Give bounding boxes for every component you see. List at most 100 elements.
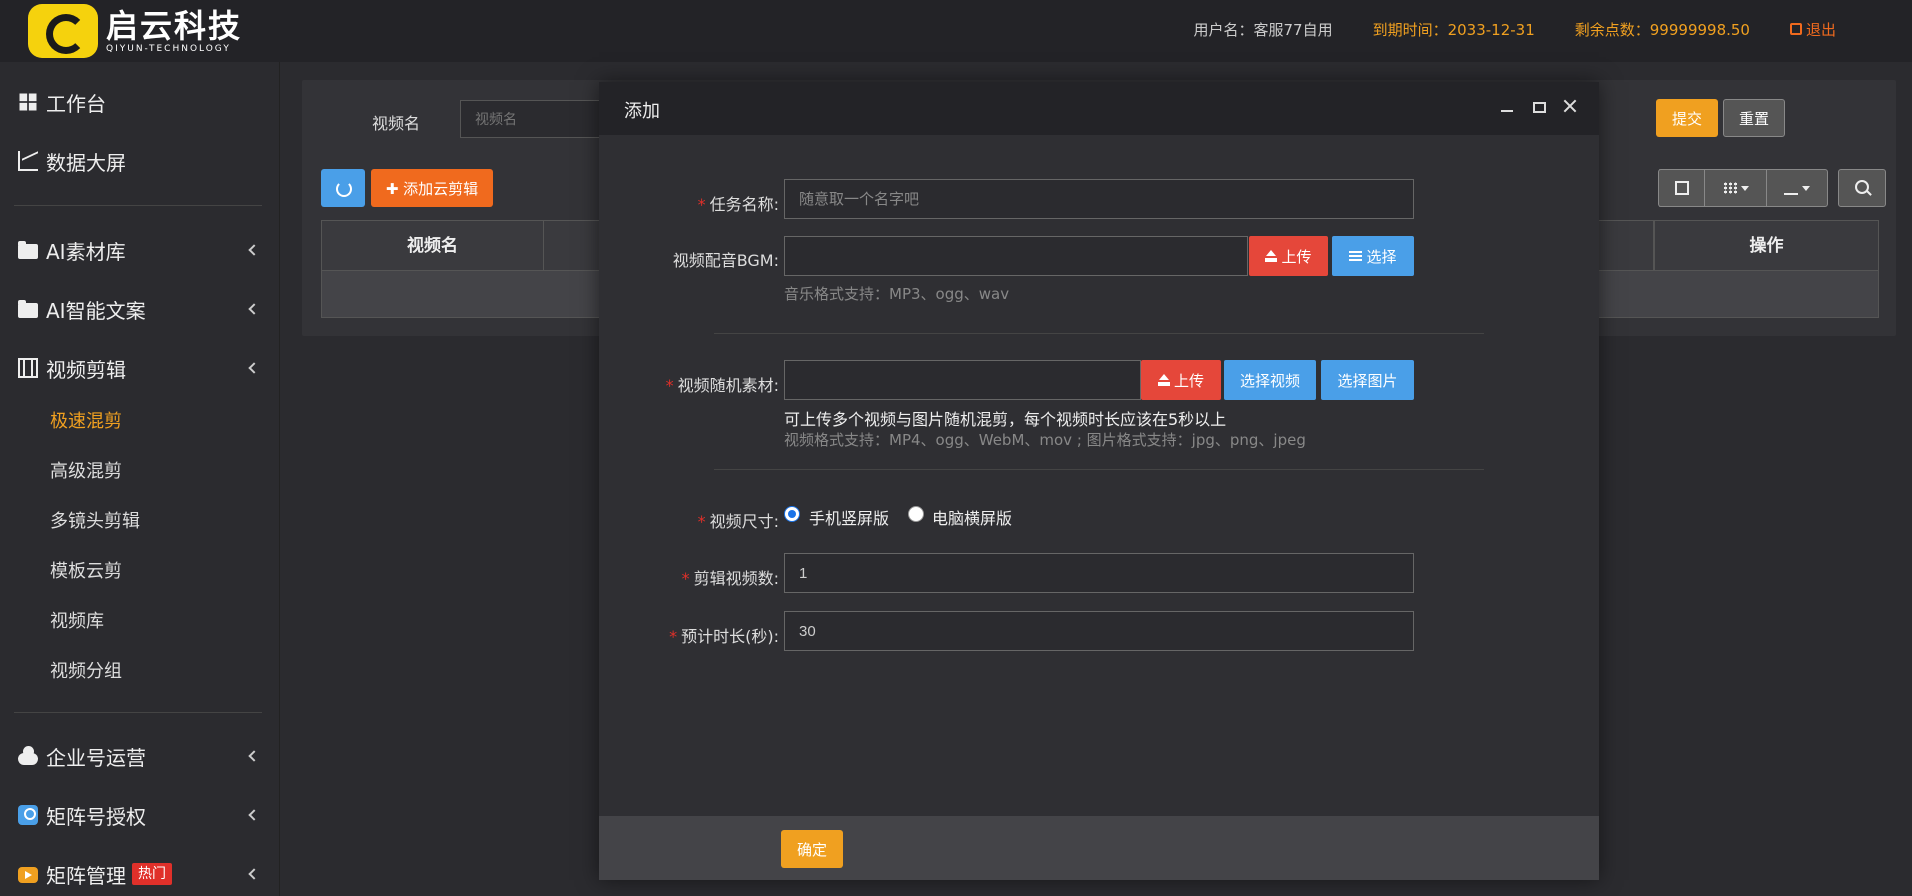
table-icon bbox=[1674, 181, 1689, 195]
export-button[interactable] bbox=[1767, 170, 1827, 206]
radio-portrait[interactable] bbox=[784, 506, 800, 522]
required-mark: * bbox=[669, 627, 678, 646]
reset-button[interactable]: 重置 bbox=[1723, 99, 1785, 137]
user-info-bar: 用户名：客服77自用 到期时间：2033-12-31 剩余点数：99999998… bbox=[1193, 0, 1912, 58]
upload-label: 上传 bbox=[1173, 371, 1204, 390]
video-count-input[interactable] bbox=[784, 553, 1414, 593]
sidebar-item-label: 数据大屏 bbox=[46, 150, 126, 175]
user-icon bbox=[18, 805, 38, 825]
modal-footer: 确定 bbox=[599, 816, 1599, 880]
column-header-video-name[interactable]: 视频名 bbox=[322, 221, 544, 271]
select-image-button[interactable]: 选择图片 bbox=[1321, 360, 1414, 400]
logout-link[interactable]: 退出 bbox=[1789, 19, 1876, 40]
required-mark: * bbox=[697, 195, 706, 214]
material-help-strong: 可上传多个视频与图片随机混剪，每个视频时长应该在5秒以上 bbox=[784, 410, 1227, 429]
sidebar-item-ai-copywriting[interactable]: AI智能文案 bbox=[0, 287, 280, 331]
required-mark: * bbox=[681, 569, 690, 588]
logo-mark-icon bbox=[28, 4, 98, 58]
select-video-button[interactable]: 选择视频 bbox=[1224, 360, 1316, 400]
sidebar-item-enterprise-ops[interactable]: 企业号运营 bbox=[0, 734, 280, 778]
radio-portrait-label[interactable]: 手机竖屏版 bbox=[809, 505, 889, 529]
confirm-button[interactable]: 确定 bbox=[781, 830, 843, 868]
bgm-select-button[interactable]: 选择 bbox=[1332, 236, 1414, 276]
bgm-help-text: 音乐格式支持：MP3、ogg、wav bbox=[784, 285, 1010, 303]
material-upload-button[interactable]: 上传 bbox=[1141, 360, 1221, 400]
chevron-left-icon bbox=[248, 750, 260, 762]
task-name-input[interactable] bbox=[784, 179, 1414, 219]
sidebar-item-label: 企业号运营 bbox=[46, 745, 146, 770]
sidebar-item-label: 矩阵号授权 bbox=[46, 804, 146, 829]
toggle-view-button[interactable] bbox=[1659, 170, 1705, 206]
section-divider bbox=[714, 333, 1484, 334]
chevron-left-icon bbox=[248, 244, 260, 256]
sidebar-item-label: AI智能文案 bbox=[46, 298, 146, 323]
task-name-label: * 任务名称: bbox=[639, 191, 779, 215]
sidebar-item-label: AI素材库 bbox=[46, 239, 126, 264]
columns-button[interactable] bbox=[1705, 170, 1767, 206]
required-mark: * bbox=[697, 512, 706, 531]
sidebar-divider bbox=[14, 712, 262, 713]
logo-title: 启云科技 bbox=[106, 7, 243, 45]
radio-landscape-label[interactable]: 电脑横屏版 bbox=[932, 505, 1012, 529]
sidebar-item-matrix-manage[interactable]: 矩阵管理 热门 bbox=[0, 852, 280, 896]
close-icon[interactable] bbox=[1561, 97, 1579, 115]
maximize-icon[interactable] bbox=[1533, 102, 1546, 113]
task-name-label-text: 任务名称: bbox=[709, 195, 779, 214]
search-toggle-button[interactable] bbox=[1838, 169, 1886, 207]
chevron-left-icon bbox=[248, 809, 260, 821]
sidebar-subitem-video-groups[interactable]: 视频分组 bbox=[50, 657, 122, 687]
minimize-icon[interactable] bbox=[1501, 110, 1513, 112]
chevron-left-icon bbox=[248, 303, 260, 315]
sidebar-subitem-template-cloud[interactable]: 模板云剪 bbox=[50, 557, 122, 587]
count-label-text: 剪辑视频数: bbox=[693, 569, 779, 588]
duration-input[interactable] bbox=[784, 611, 1414, 651]
modal-header: 添加 bbox=[599, 82, 1599, 135]
sidebar-item-matrix-auth[interactable]: 矩阵号授权 bbox=[0, 793, 280, 837]
bgm-input[interactable] bbox=[784, 236, 1248, 276]
bgm-label: 视频配音BGM: bbox=[672, 251, 779, 270]
sidebar-item-label: 矩阵管理 bbox=[46, 863, 126, 888]
bgm-upload-button[interactable]: 上传 bbox=[1249, 236, 1328, 276]
list-icon bbox=[1349, 250, 1363, 262]
sidebar-item-label: 视频剪辑 bbox=[46, 357, 126, 382]
radio-landscape[interactable] bbox=[908, 506, 924, 522]
upload-icon bbox=[1265, 250, 1278, 262]
add-cloud-edit-button[interactable]: ✚ 添加云剪辑 bbox=[371, 169, 493, 207]
cloud-icon bbox=[18, 746, 38, 765]
sidebar-item-ai-materials[interactable]: AI素材库 bbox=[0, 228, 280, 272]
material-help-text: 视频格式支持：MP4、ogg、WebM、mov ; 图片格式支持：jpg、png… bbox=[784, 431, 1306, 449]
sidebar-item-video-editing[interactable]: 视频剪辑 bbox=[0, 346, 280, 390]
sidebar-item-workbench[interactable]: 工作台 bbox=[0, 80, 280, 124]
export-icon bbox=[1784, 181, 1798, 195]
section-divider bbox=[714, 469, 1484, 470]
sidebar: 工作台 数据大屏 AI素材库 AI智能文案 视频剪辑 极速混剪 高级混剪 多镜头… bbox=[0, 62, 280, 896]
table-toolbar bbox=[1658, 169, 1828, 207]
sidebar-item-data-screen[interactable]: 数据大屏 bbox=[0, 139, 280, 183]
film-icon bbox=[18, 358, 38, 378]
size-label-text: 视频尺寸: bbox=[709, 512, 779, 531]
sidebar-subitem-multi-shot[interactable]: 多镜头剪辑 bbox=[50, 507, 140, 537]
size-label: * 视频尺寸: bbox=[639, 508, 779, 532]
submit-button[interactable]: 提交 bbox=[1656, 99, 1718, 137]
duration-label: * 预计时长(秒): bbox=[629, 623, 779, 647]
sidebar-subitem-quick-mix[interactable]: 极速混剪 bbox=[50, 407, 122, 437]
required-mark: * bbox=[665, 376, 674, 395]
modal-title: 添加 bbox=[624, 101, 660, 122]
refresh-button[interactable] bbox=[321, 169, 365, 207]
logo[interactable]: 启云科技 QIYUN-TECHNOLOGY bbox=[28, 4, 242, 58]
duration-label-text: 预计时长(秒): bbox=[681, 627, 779, 646]
play-icon bbox=[18, 867, 38, 883]
sign-out-icon bbox=[1789, 23, 1802, 35]
material-input[interactable] bbox=[784, 360, 1141, 400]
chevron-left-icon bbox=[248, 362, 260, 374]
column-header-actions: 操作 bbox=[1654, 221, 1878, 271]
material-label-text: 视频随机素材: bbox=[677, 376, 779, 395]
sidebar-subitem-video-library[interactable]: 视频库 bbox=[50, 607, 104, 637]
sidebar-divider bbox=[14, 205, 262, 206]
sidebar-subitem-advanced-mix[interactable]: 高级混剪 bbox=[50, 457, 122, 487]
search-label: 视频名 bbox=[372, 114, 421, 133]
caret-down-icon bbox=[1740, 185, 1749, 191]
folder-icon bbox=[18, 299, 38, 318]
username-text: 用户名：客服77自用 bbox=[1193, 20, 1333, 39]
upload-icon bbox=[1157, 374, 1170, 386]
